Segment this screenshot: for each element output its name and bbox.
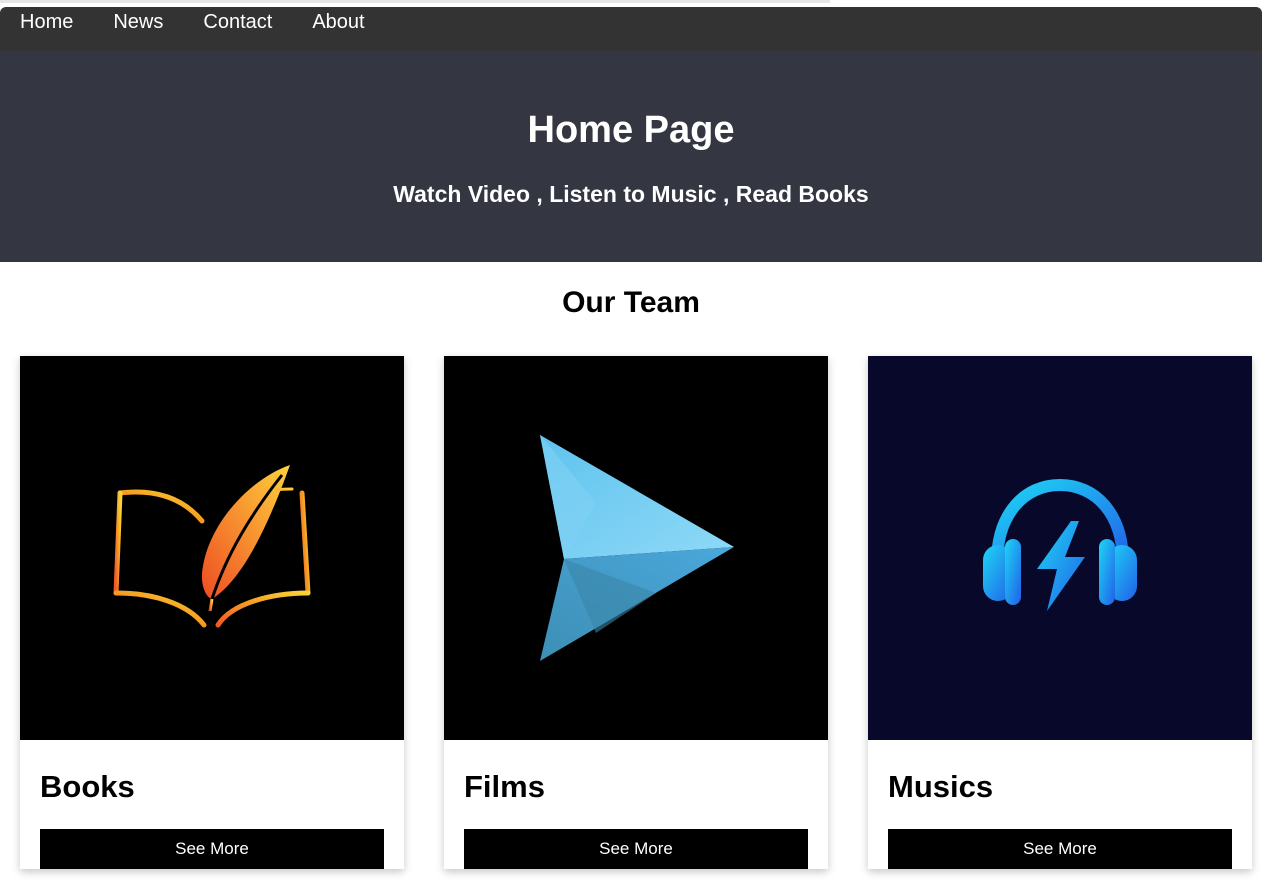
nav-link-about[interactable]: About xyxy=(312,7,364,37)
nav-link-news[interactable]: News xyxy=(113,7,163,37)
see-more-button-musics[interactable]: See More xyxy=(888,829,1232,869)
hero-subtitle: Watch Video , Listen to Music , Read Boo… xyxy=(393,181,869,207)
navbar: Home News Contact About xyxy=(0,7,1262,51)
card-title-musics: Musics xyxy=(888,769,994,804)
card-image-books xyxy=(20,356,404,740)
card-image-musics xyxy=(868,356,1252,740)
card-image-films xyxy=(444,356,828,740)
nav-link-home[interactable]: Home xyxy=(20,7,73,37)
play-arrow-icon xyxy=(540,435,734,661)
card-title-books: Books xyxy=(40,769,135,804)
card-musics: Musics See More xyxy=(868,356,1252,869)
hero-title: Home Page xyxy=(527,109,735,151)
card-title-films: Films xyxy=(464,769,545,804)
see-more-button-books[interactable]: See More xyxy=(40,829,384,869)
top-strip-bar xyxy=(0,0,830,3)
card-books: Books See More xyxy=(20,356,404,869)
team-section-title: Our Team xyxy=(562,286,700,319)
headphones-icon xyxy=(983,478,1137,611)
book-feather-icon xyxy=(113,465,311,628)
browser-top-strip xyxy=(0,0,1262,7)
hero-banner: Home Page Watch Video , Listen to Music … xyxy=(0,51,1262,262)
card-films: Films See More xyxy=(444,356,828,869)
see-more-button-films[interactable]: See More xyxy=(464,829,808,869)
nav-link-contact[interactable]: Contact xyxy=(203,7,272,37)
